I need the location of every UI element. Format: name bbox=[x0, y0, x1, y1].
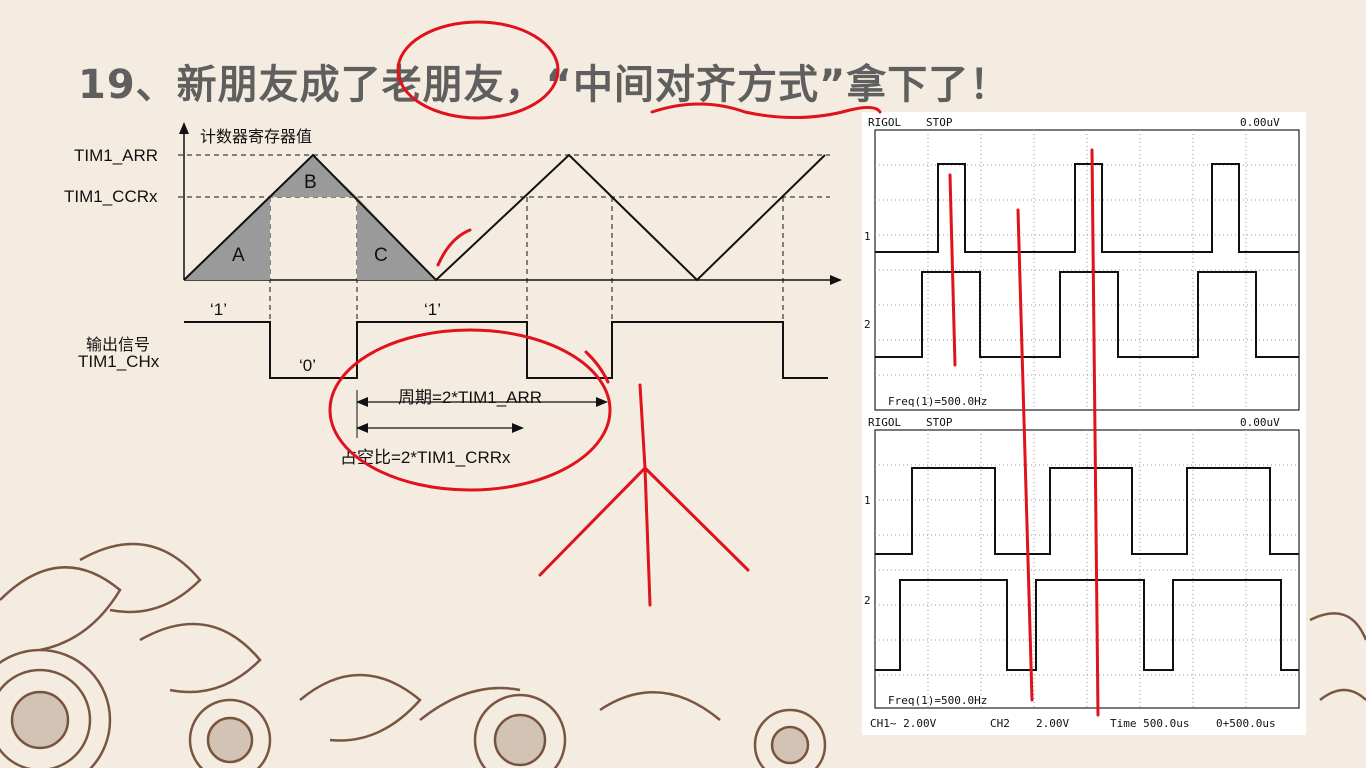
slide: 19、新朋友成了老朋友，“中间对齐方式”拿下了！ 计数器寄存器值 TIM1_AR… bbox=[0, 0, 1366, 768]
red-ink-annotations bbox=[328, 20, 1100, 717]
